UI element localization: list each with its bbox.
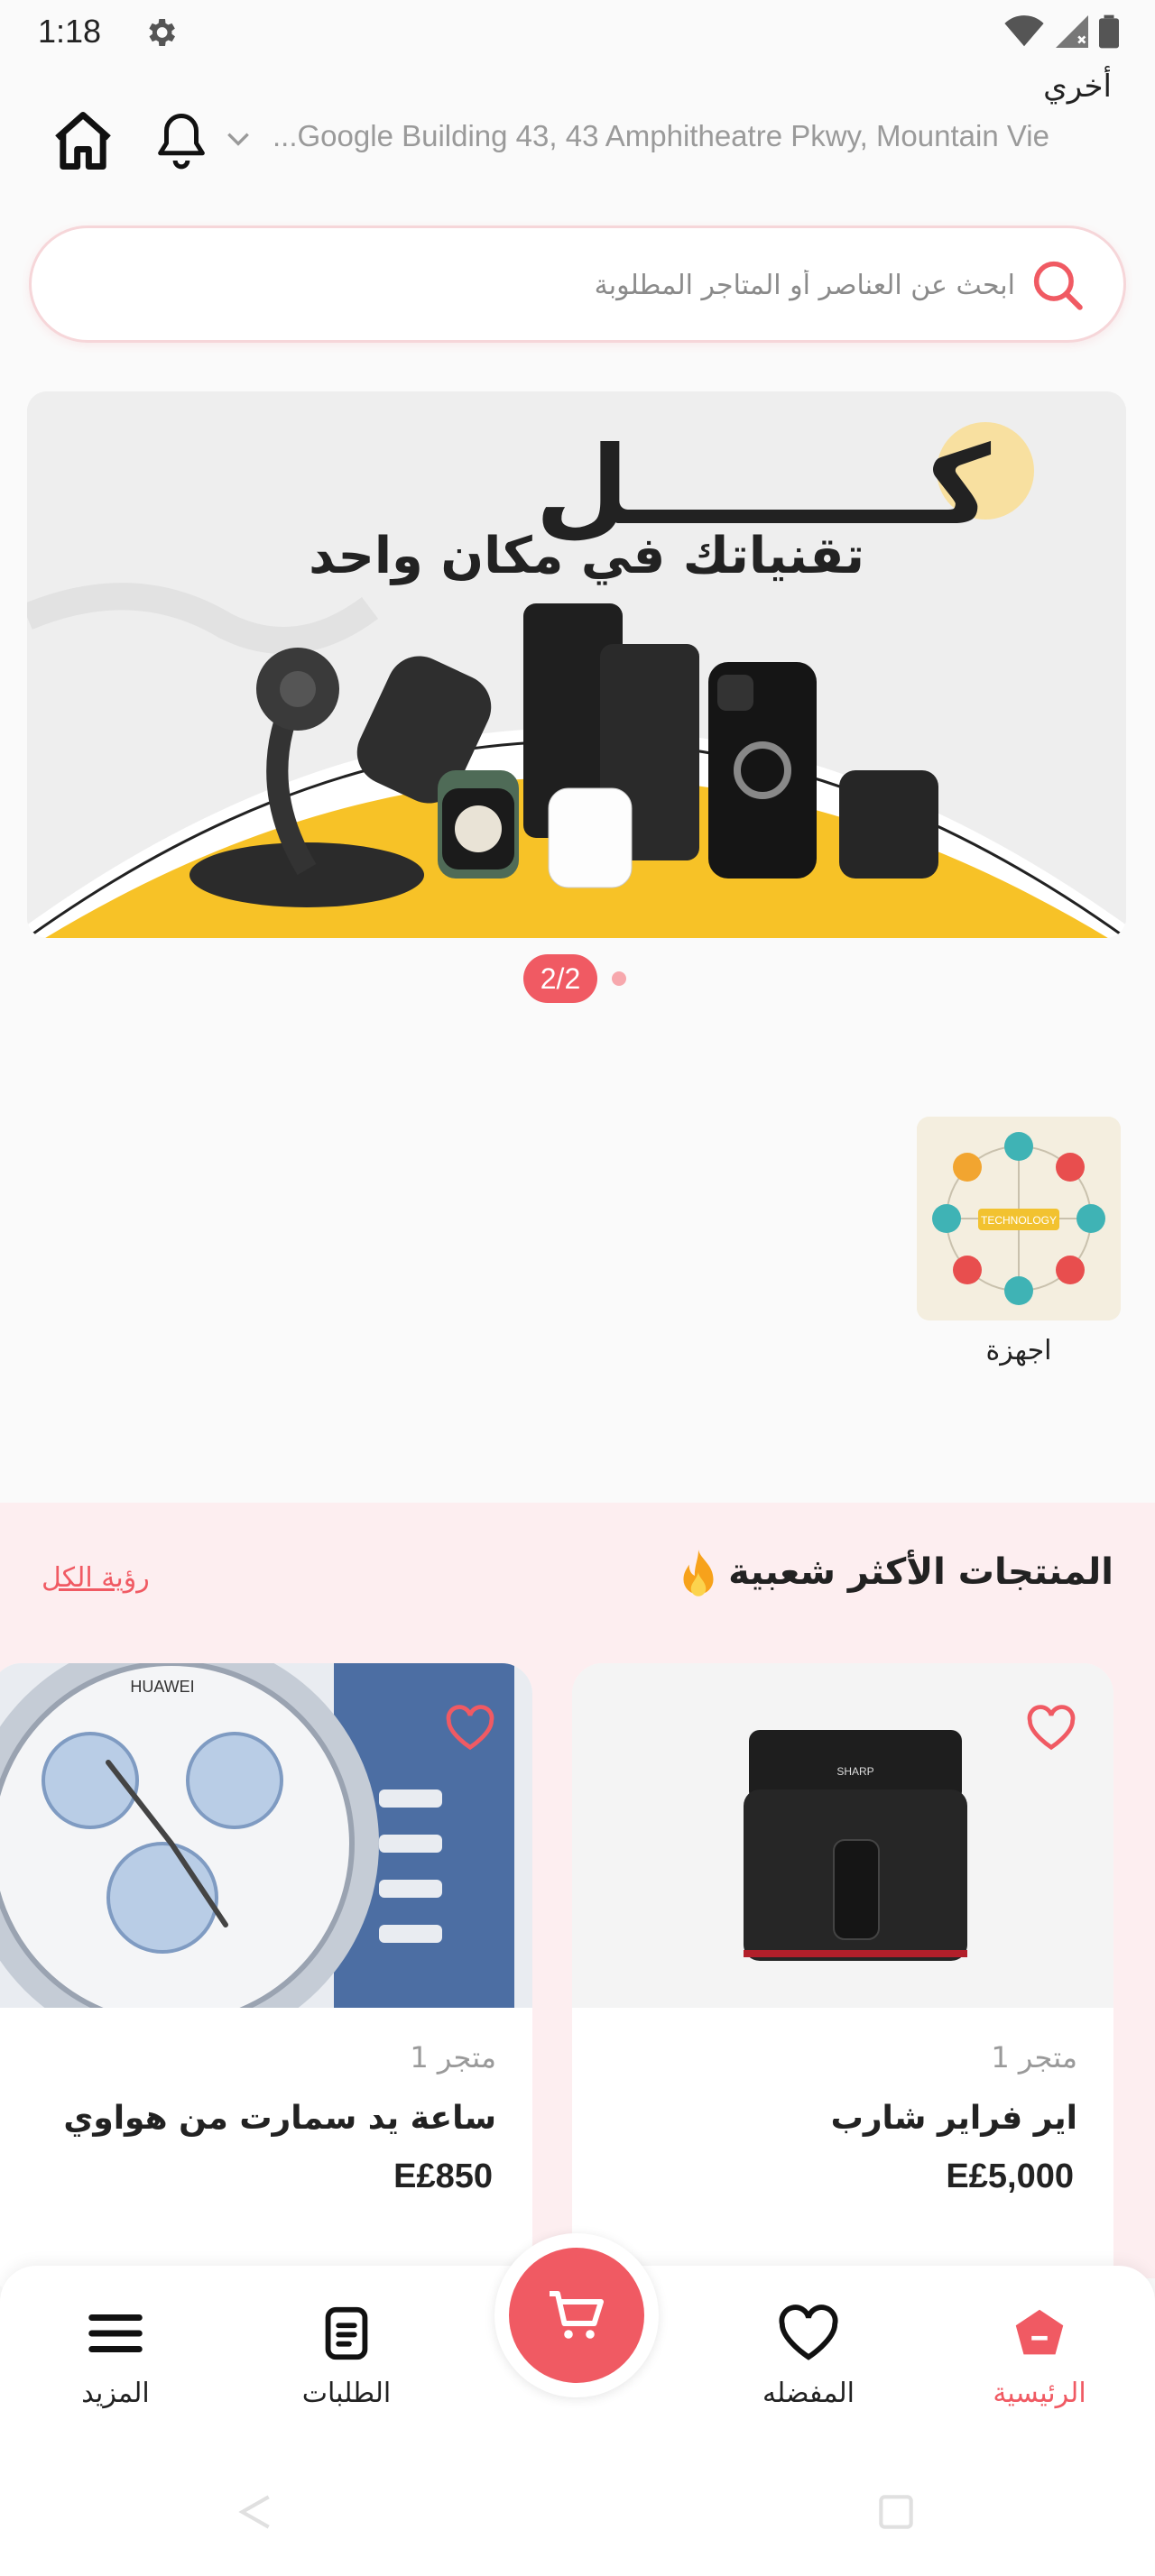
nav-label: الطلبات bbox=[301, 2378, 392, 2409]
nav-label: المزيد bbox=[81, 2378, 150, 2409]
chevron-down-icon[interactable] bbox=[224, 126, 253, 152]
cart-button-inner bbox=[509, 2248, 644, 2383]
product-card[interactable]: HUAWEI متجر 1 ساعة يد سمارت من هواوي E£8… bbox=[0, 1663, 532, 2295]
search-bar[interactable] bbox=[29, 225, 1126, 343]
product-image: SHARP bbox=[572, 1663, 1113, 2008]
cart-button[interactable] bbox=[494, 2233, 659, 2397]
section-title: المنتجات الأكثر شعبية bbox=[728, 1551, 1113, 1593]
product-card[interactable]: SHARP متجر 1 اير فراير شارب E£5,000 bbox=[572, 1663, 1113, 2295]
favorite-heart-icon[interactable] bbox=[1025, 1705, 1077, 1752]
status-time: 1:18 bbox=[38, 13, 102, 50]
product-name: ساعة يد سمارت من هواوي bbox=[63, 2100, 496, 2137]
menu-icon bbox=[88, 2314, 143, 2352]
category-image: TECHNOLOGY bbox=[917, 1117, 1121, 1320]
promo-banner[interactable]: كــــــــل تقنياتك في مكان واحد bbox=[27, 391, 1126, 938]
nav-item-favorites[interactable]: المفضله bbox=[718, 2302, 899, 2409]
product-store: متجر 1 bbox=[991, 2040, 1077, 2075]
search-input[interactable] bbox=[203, 257, 1015, 313]
page-indicator: 2/2 bbox=[523, 954, 597, 1003]
product-price: E£850 bbox=[393, 2157, 493, 2195]
nav-item-more[interactable]: المزيد bbox=[25, 2302, 206, 2409]
recents-gesture-icon[interactable] bbox=[873, 2489, 919, 2535]
product-image: HUAWEI bbox=[0, 1663, 532, 2008]
product-name: اير فراير شارب bbox=[830, 2100, 1077, 2137]
delivery-address[interactable]: ...Google Building 43, 43 Amphitheatre P… bbox=[273, 119, 1121, 153]
status-icons bbox=[1003, 14, 1119, 49]
product-brand-text: SHARP bbox=[836, 1765, 873, 1778]
page-dot[interactable] bbox=[612, 971, 626, 986]
nav-label: المفضله bbox=[762, 2378, 855, 2409]
see-all-link[interactable]: رؤية الكل bbox=[42, 1562, 150, 1594]
home-pentagon-icon bbox=[1015, 2309, 1064, 2355]
category-item-devices[interactable]: TECHNOLOGY اجهزة bbox=[917, 1117, 1121, 1366]
back-gesture-icon[interactable] bbox=[231, 2489, 276, 2535]
banner-subline: تقنياتك في مكان واحد bbox=[309, 527, 864, 585]
nav-item-home[interactable]: الرئيسية bbox=[949, 2302, 1130, 2409]
favorite-heart-icon[interactable] bbox=[444, 1705, 496, 1752]
wifi-icon bbox=[1004, 15, 1044, 47]
nav-label: الرئيسية bbox=[993, 2378, 1086, 2409]
product-store: متجر 1 bbox=[410, 2040, 496, 2075]
status-bar: 1:18 bbox=[0, 0, 1155, 65]
location-label[interactable]: أخري bbox=[1043, 69, 1112, 105]
product-price: E£5,000 bbox=[946, 2157, 1074, 2195]
bell-icon[interactable] bbox=[152, 108, 211, 173]
home-icon[interactable] bbox=[49, 106, 117, 175]
category-image-text: TECHNOLOGY bbox=[981, 1214, 1057, 1227]
battery-icon bbox=[1099, 14, 1119, 49]
nav-item-orders[interactable]: الطلبات bbox=[256, 2302, 437, 2409]
signal-icon bbox=[1056, 15, 1088, 48]
heart-icon bbox=[779, 2305, 838, 2360]
category-label: اجهزة bbox=[985, 1335, 1052, 1366]
banner-pagination: 2/2 bbox=[523, 954, 626, 1003]
orders-list-icon bbox=[325, 2306, 368, 2360]
fire-icon bbox=[683, 1550, 714, 1596]
cart-icon bbox=[550, 2291, 604, 2339]
search-icon bbox=[1033, 261, 1083, 310]
product-brand-text: HUAWEI bbox=[130, 1678, 194, 1696]
settings-gear-icon bbox=[149, 19, 175, 46]
